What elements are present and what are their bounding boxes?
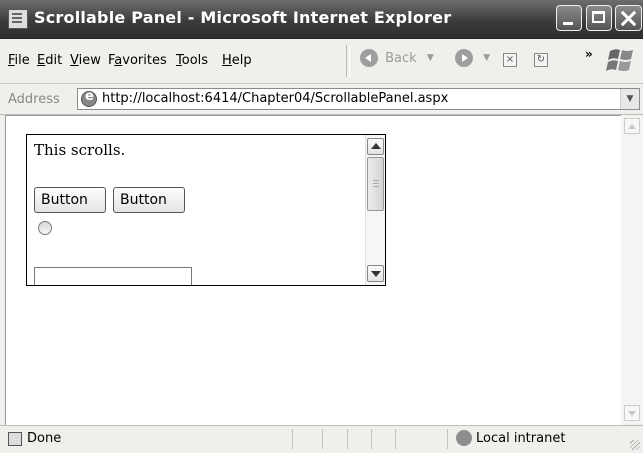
forward-button[interactable]: ▼ [455, 49, 490, 71]
toolbar-overflow-chevron[interactable]: » [585, 47, 593, 61]
menu-tools[interactable]: Tools [176, 53, 208, 68]
back-button[interactable]: Back ▼ [360, 49, 434, 71]
toolbar-separator [346, 45, 350, 77]
panel-button-1[interactable]: Button [34, 187, 106, 213]
status-pane-divider [395, 429, 396, 449]
windows-logo-icon [606, 49, 633, 71]
address-bar: Address http://localhost:6414/Chapter04/… [0, 84, 643, 115]
status-pane-divider [447, 429, 448, 449]
panel-text: This scrolls. [34, 141, 126, 159]
title-bar[interactable]: Scrollable Panel - Microsoft Internet Ex… [0, 0, 643, 39]
menu-bar: File Edit View Favorites Tools Help Back… [0, 39, 643, 84]
address-label: Address [8, 92, 60, 107]
refresh-icon[interactable]: ↻ [534, 53, 548, 67]
browser-scroll-down-arrow-icon[interactable] [624, 405, 640, 421]
status-bar: Done Local intranet [0, 425, 643, 453]
menu-view[interactable]: View [70, 53, 101, 68]
panel-scroll-up-arrow-icon[interactable] [367, 138, 384, 155]
minimize-button[interactable] [556, 5, 582, 31]
resize-grip[interactable] [630, 440, 640, 450]
browser-vertical-scrollbar[interactable] [621, 115, 643, 424]
address-url: http://localhost:6414/Chapter04/Scrollab… [102, 91, 449, 106]
window-title: Scrollable Panel - Microsoft Internet Ex… [34, 8, 452, 27]
menu-favorites[interactable]: Favorites [108, 53, 167, 68]
panel-scroll-down-arrow-icon[interactable] [367, 265, 384, 282]
panel-scroll-thumb[interactable] [367, 157, 384, 211]
back-dropdown-icon[interactable]: ▼ [427, 53, 434, 63]
security-zone-label: Local intranet [476, 431, 566, 446]
close-button[interactable] [615, 5, 642, 31]
stop-icon[interactable]: × [503, 53, 517, 67]
ie-window-icon[interactable] [8, 9, 28, 29]
ie-page-icon [81, 89, 97, 107]
radio-button[interactable] [38, 221, 52, 235]
local-intranet-icon [456, 430, 472, 446]
menu-file[interactable]: File [8, 53, 30, 68]
status-pane-divider [347, 429, 348, 449]
panel-text-input[interactable] [34, 267, 192, 285]
scrollable-panel[interactable]: This scrolls. Button Button [26, 134, 386, 286]
status-text: Done [27, 431, 62, 446]
status-pane-divider [292, 429, 293, 449]
browser-scroll-up-arrow-icon[interactable] [624, 118, 640, 134]
address-input[interactable]: http://localhost:6414/Chapter04/Scrollab… [77, 88, 640, 110]
status-pane-divider [371, 429, 372, 449]
back-arrow-icon [360, 49, 378, 67]
forward-dropdown-icon[interactable]: ▼ [483, 53, 490, 63]
panel-button-2[interactable]: Button [113, 187, 185, 213]
panel-vertical-scrollbar[interactable] [365, 135, 385, 285]
address-dropdown-icon[interactable]: ▼ [620, 89, 639, 109]
status-pane-divider [322, 429, 323, 449]
forward-arrow-icon [455, 49, 473, 67]
maximize-button[interactable] [586, 5, 612, 31]
menu-help[interactable]: Help [222, 53, 252, 68]
menu-edit[interactable]: Edit [37, 53, 62, 68]
back-label: Back [385, 50, 417, 66]
page-done-icon [8, 432, 22, 446]
